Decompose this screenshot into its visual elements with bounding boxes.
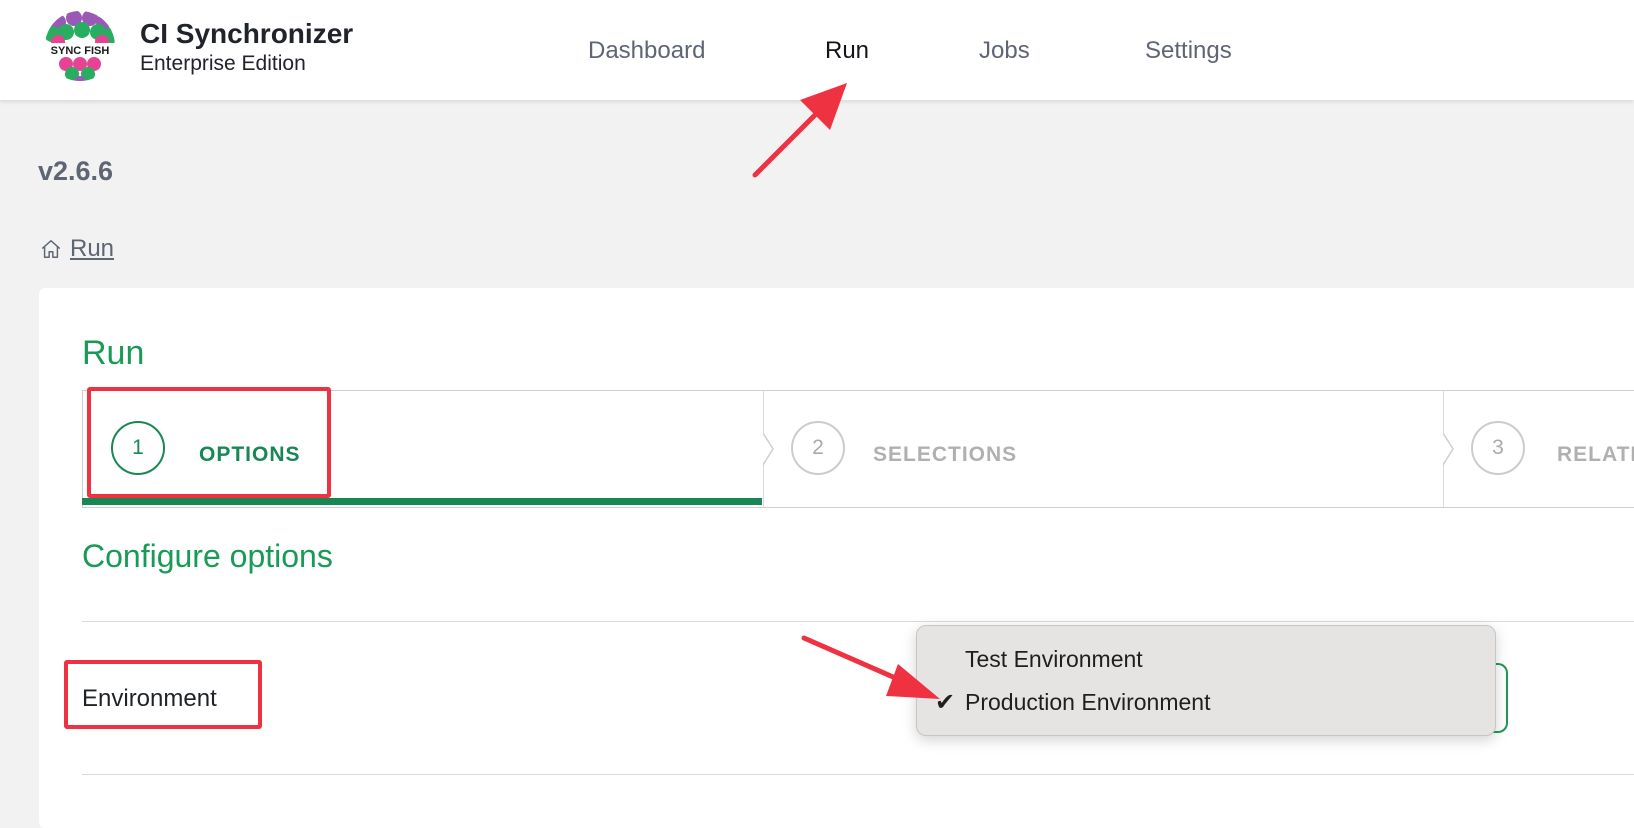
option-test-environment[interactable]: Test Environment xyxy=(965,646,1143,673)
page-heading: Run xyxy=(82,334,145,372)
app-title: CI Synchronizer xyxy=(140,18,354,49)
divider xyxy=(82,774,1634,775)
step-relationships[interactable]: 3 RELATI xyxy=(1443,391,1634,507)
top-navigation-bar: SYNC FISH CI Synchronizer Enterprise Edi… xyxy=(0,0,1634,100)
step-label: RELATI xyxy=(1557,443,1634,466)
svg-text:SYNC FISH: SYNC FISH xyxy=(51,45,110,57)
annotation-box-environment xyxy=(64,660,262,729)
app-subtitle: Enterprise Edition xyxy=(140,52,306,75)
annotation-box-options xyxy=(87,387,331,498)
checkmark-icon: ✔ xyxy=(935,689,956,716)
nav-jobs[interactable]: Jobs xyxy=(979,37,1030,65)
section-title: Configure options xyxy=(82,538,333,574)
option-production-environment[interactable]: Production Environment xyxy=(965,689,1210,716)
home-icon xyxy=(42,240,60,258)
version-label: v2.6.6 xyxy=(38,156,114,186)
breadcrumb-run-link[interactable]: Run xyxy=(70,235,114,263)
breadcrumb: Run xyxy=(40,235,114,263)
step-number: 2 xyxy=(791,421,845,475)
sync-fish-logo[interactable]: SYNC FISH xyxy=(44,10,116,82)
step-label: SELECTIONS xyxy=(873,443,1018,466)
divider xyxy=(82,621,1634,622)
nav-settings[interactable]: Settings xyxy=(1145,37,1232,65)
step-number: 3 xyxy=(1471,421,1525,475)
nav-dashboard[interactable]: Dashboard xyxy=(588,37,705,65)
step-progress-bar xyxy=(82,498,762,505)
nav-run[interactable]: Run xyxy=(825,37,869,65)
step-selections[interactable]: 2 SELECTIONS xyxy=(763,391,1443,507)
environment-dropdown-menu: Test Environment ✔ Production Environmen… xyxy=(916,625,1496,736)
